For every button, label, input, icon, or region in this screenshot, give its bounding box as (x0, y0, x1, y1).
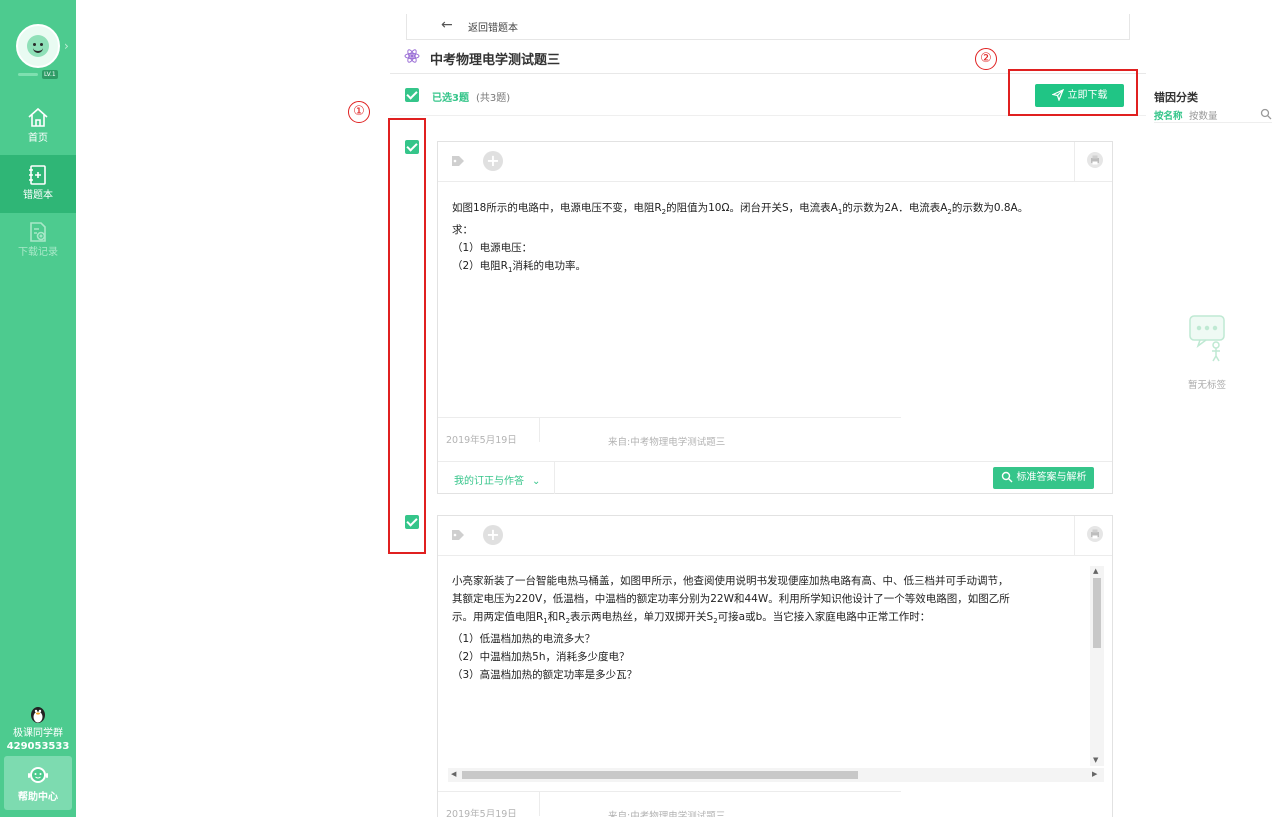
back-to-notebook-link[interactable]: 返回错题本 (468, 19, 518, 34)
scroll-down-icon[interactable]: ▼ (1093, 756, 1098, 764)
question-line: （1）低温档加热的电流多大？ (452, 633, 596, 646)
meta-divider (438, 417, 901, 418)
question-line: （2）中温档加热5h，消耗多少度电？ (452, 651, 630, 664)
page-title: 中考物理电学测试题三 (430, 53, 561, 68)
qq-group-label: 极课同学群 (13, 728, 63, 739)
user-avatar[interactable] (16, 24, 60, 68)
question-line: 如图18所示的电路中，电源电压不变，电阻R2的阻值为10Ω。闭台开关S，电流表A… (452, 202, 1029, 217)
meta-divider (438, 791, 901, 792)
question-text: 小亮家新装了一台智能电热马桶盖，如图甲所示，他查阅使用说明书发现便座加热电路有高… (452, 572, 1088, 684)
footer-divider (554, 462, 555, 494)
chevron-right-icon[interactable]: › (64, 39, 69, 53)
sidebar: › LV.1 首页 错题本 下载记录 极课同学群 429053533 帮助中心 (0, 0, 76, 817)
question-2-checkbox[interactable] (405, 515, 419, 529)
qq-group[interactable]: 极课同学群 429053533 (0, 703, 76, 753)
scrollbar-thumb[interactable] (1093, 578, 1101, 648)
question-line: 示。用两定值电阻R1和R2表示两电热丝，单刀双掷开关S2可接a或b。当它接入家庭… (452, 611, 931, 626)
print-icon[interactable] (1086, 151, 1104, 169)
annotation-number-one: ① (348, 101, 370, 123)
annotation-box-download (1008, 69, 1138, 116)
question-line: 其额定电压为220V，低温档，中温档的额定功率分别为22W和44W。利用所学知识… (452, 593, 1010, 605)
scroll-left-icon[interactable]: ◀ (451, 770, 456, 778)
standard-answer-button[interactable]: 标准答案与解析 (993, 467, 1094, 489)
question-line: 小亮家新装了一台智能电热马桶盖，如图甲所示，他查阅使用说明书发现便座加热电路有高… (452, 575, 1009, 587)
add-tag-icon[interactable]: + (483, 525, 503, 545)
tag-icon[interactable] (450, 527, 466, 543)
topbar: ← 返回错题本 (406, 14, 1130, 40)
sort-by-count-tab[interactable]: 按数量 (1189, 108, 1218, 122)
scroll-right-icon[interactable]: ▶ (1092, 770, 1097, 778)
penguin-icon (31, 707, 45, 723)
main-content: ← 返回错题本 中考物理电学测试题三 已选3题 (共3题) 立即下载 ① ② +… (348, 0, 1146, 817)
header-divider (1074, 142, 1075, 181)
horizontal-scrollbar[interactable]: ◀ ▶ (448, 768, 1104, 782)
scroll-up-icon[interactable]: ▲ (1093, 567, 1098, 575)
back-arrow-icon[interactable]: ← (441, 17, 453, 33)
question-card-footer: 我的订正与作答 ⌄ 标准答案与解析 (438, 461, 1112, 494)
sidebar-item-label: 首页 (28, 133, 48, 144)
empty-tags-text: 暂无标签 (1188, 380, 1227, 391)
empty-tags-icon (1189, 315, 1225, 362)
download-record-icon (30, 222, 46, 242)
question-1-checkbox[interactable] (405, 140, 419, 154)
help-center-label: 帮助中心 (18, 792, 58, 803)
question-source: 来自:中考物理电学测试题三 (608, 811, 726, 817)
add-tag-icon[interactable]: + (483, 151, 503, 171)
header-divider (1074, 516, 1075, 555)
error-category-panel: 错因分类 按名称 按数量 暂无标签 (1146, 80, 1276, 817)
avatar-face-icon (27, 35, 49, 57)
home-icon (28, 107, 48, 127)
total-count: (共3题) (476, 93, 511, 104)
vertical-scrollbar[interactable]: ▲ ▼ (1090, 566, 1104, 766)
scrollbar-thumb[interactable] (462, 771, 858, 779)
question-card-header: + (438, 142, 1112, 182)
tag-icon[interactable] (450, 153, 466, 169)
sidebar-item-label: 错题本 (23, 190, 53, 201)
sidebar-item-notebook[interactable]: 错题本 (0, 155, 76, 213)
question-source: 来自:中考物理电学测试题三 (608, 437, 726, 448)
sidebar-item-home[interactable]: 首页 (0, 98, 76, 156)
sidebar-item-download-record[interactable]: 下载记录 (0, 212, 76, 270)
chevron-down-icon: ⌄ (532, 476, 541, 487)
question-text: 如图18所示的电路中，电源电压不变，电阻R2的阻值为10Ω。闭台开关S，电流表A… (452, 199, 1028, 279)
help-center-button[interactable]: 帮助中心 (4, 756, 72, 810)
sidebar-item-label: 下载记录 (18, 247, 58, 258)
search-icon[interactable] (1260, 108, 1272, 120)
question-card-1: + 如图18所示的电路中，电源电压不变，电阻R2的阻值为10Ω。闭台开关S，电流… (437, 141, 1113, 494)
level-progress-bar (18, 73, 38, 76)
question-line: 求： (452, 224, 473, 237)
notebook-icon (29, 165, 46, 185)
select-all-checkbox[interactable] (405, 88, 419, 102)
level-badge: LV.1 (42, 70, 58, 79)
selected-count: 已选3题 (432, 93, 469, 104)
annotation-number-two: ② (975, 48, 997, 70)
print-icon[interactable] (1086, 525, 1104, 543)
panel-title: 错因分类 (1154, 91, 1198, 104)
my-correction-toggle[interactable]: 我的订正与作答 ⌄ (454, 472, 540, 487)
question-line: （3）高温档加热的额定功率是多少瓦？ (452, 669, 638, 682)
question-date: 2019年5月19日 (446, 435, 517, 446)
search-icon (1001, 471, 1012, 483)
question-card-header: + (438, 516, 1112, 556)
question-card-2: + 小亮家新装了一台智能电热马桶盖，如图甲所示，他查阅使用说明书发现便座加热电路… (437, 515, 1113, 817)
help-robot-icon (28, 767, 48, 783)
question-date: 2019年5月19日 (446, 809, 517, 817)
meta-separator (539, 418, 540, 442)
atom-icon (404, 49, 420, 63)
sort-by-name-tab[interactable]: 按名称 (1154, 108, 1183, 122)
question-line: （1）电源电压： (452, 242, 533, 255)
panel-divider (1154, 122, 1272, 123)
annotation-box-checkboxes (388, 118, 426, 554)
qq-group-number: 429053533 (6, 741, 70, 752)
meta-separator (539, 792, 540, 816)
question-line: （2）电阻R1消耗的电功率。 (452, 260, 586, 275)
